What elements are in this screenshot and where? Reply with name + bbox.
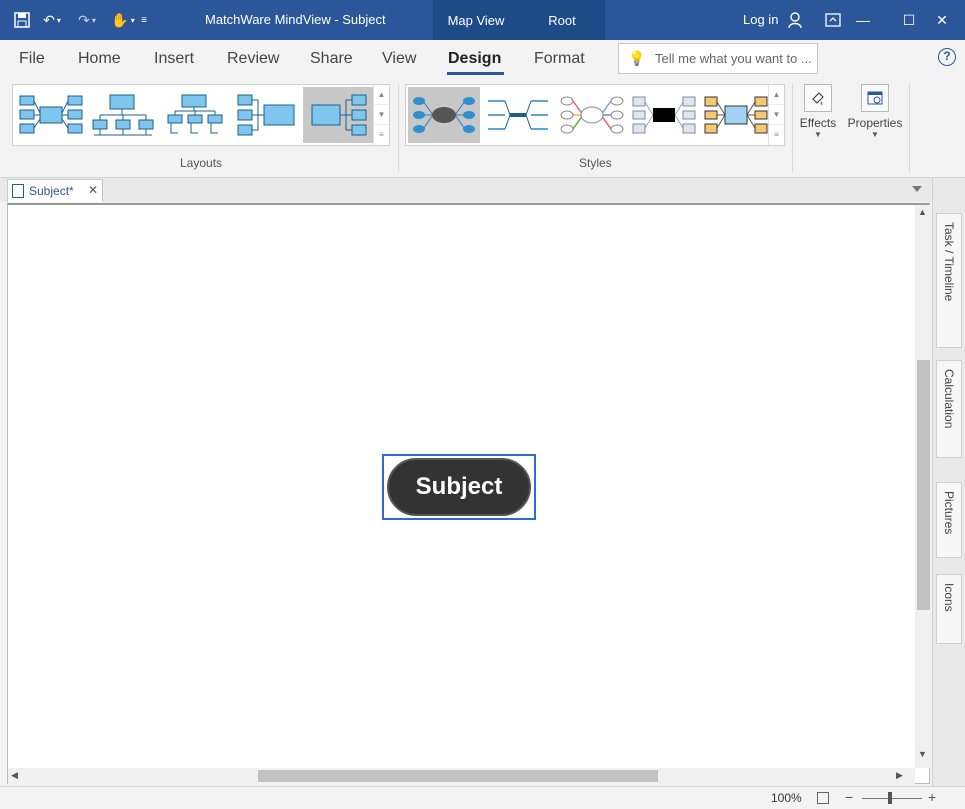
map-canvas[interactable]: Subject ▲ ▼ ◀ ▶: [7, 203, 931, 784]
close-window-button[interactable]: ✕: [919, 0, 965, 40]
gallery-up-arrow-icon[interactable]: ▲: [374, 85, 389, 105]
side-tab-pictures[interactable]: Pictures: [936, 482, 962, 558]
chevron-down-icon: ▼: [871, 130, 879, 139]
tab-home[interactable]: Home: [78, 50, 121, 68]
gallery-up-arrow-icon[interactable]: ▲: [769, 85, 784, 105]
active-tab-indicator: [447, 72, 504, 75]
gallery-down-arrow-icon[interactable]: ▼: [769, 105, 784, 125]
zoom-in-button[interactable]: +: [928, 789, 936, 805]
scroll-up-icon[interactable]: ▲: [918, 207, 927, 217]
vertical-scroll-thumb[interactable]: [917, 360, 930, 610]
properties-button[interactable]: Properties ▼: [842, 84, 908, 140]
effects-label: Effects: [799, 116, 837, 130]
window-title: MatchWare MindView - Subject: [205, 12, 386, 27]
gallery-more-icon[interactable]: ≡: [769, 125, 784, 145]
chevron-down-icon[interactable]: [912, 186, 922, 192]
selection-frame: Subject: [382, 454, 536, 520]
tab-review[interactable]: Review: [227, 50, 279, 68]
vertical-scrollbar[interactable]: ▲ ▼: [915, 205, 931, 768]
undo-icon[interactable]: ↶ ▾: [38, 10, 66, 30]
help-icon[interactable]: ?: [938, 48, 956, 66]
context-tabs: Map View Root: [433, 0, 605, 40]
zoom-slider[interactable]: [862, 798, 922, 799]
mindmap-document-icon: [12, 184, 24, 198]
chevron-down-icon: ▼: [814, 130, 822, 139]
layouts-gallery-scroll[interactable]: ▲ ▼ ≡: [373, 85, 389, 145]
effects-icon: [804, 84, 832, 112]
tab-design[interactable]: Design: [448, 50, 501, 68]
styles-group-label: Styles: [579, 156, 612, 170]
context-tab-root[interactable]: Root: [519, 0, 605, 40]
properties-icon: [861, 84, 889, 112]
fit-page-icon[interactable]: [817, 792, 829, 804]
redo-icon[interactable]: ↷ ▾: [72, 10, 102, 30]
layout-left-right[interactable]: [231, 87, 303, 143]
ribbon-body: ▲ ▼ ≡ Layouts ▲ ▼ ≡ Styles Effects ▼ Pro…: [0, 78, 965, 178]
zoom-level: 100%: [771, 791, 802, 805]
side-tab-calculation[interactable]: Calculation: [936, 360, 962, 458]
group-separator: [398, 84, 399, 172]
tell-me-search-input[interactable]: 💡 Tell me what you want to ...: [618, 43, 818, 74]
scroll-right-icon[interactable]: ▶: [896, 770, 903, 781]
status-bar: 100% − +: [0, 786, 965, 809]
horizontal-scroll-thumb[interactable]: [258, 770, 658, 782]
tab-share[interactable]: Share: [310, 50, 353, 68]
side-tab-icons[interactable]: Icons: [936, 574, 962, 644]
side-panel: Task / Timeline Calculation Pictures Ico…: [932, 178, 965, 786]
zoom-out-button[interactable]: −: [845, 789, 853, 805]
layout-top-down[interactable]: [159, 87, 231, 143]
document-tab-label: Subject*: [29, 184, 74, 198]
touch-mode-icon[interactable]: ✋ ▾: [110, 10, 136, 30]
tab-view[interactable]: View: [382, 50, 416, 68]
root-topic-node[interactable]: Subject: [387, 458, 531, 516]
styles-gallery: ▲ ▼ ≡: [405, 84, 785, 146]
layouts-gallery: ▲ ▼ ≡: [12, 84, 390, 146]
styles-gallery-scroll[interactable]: ▲ ▼ ≡: [768, 85, 784, 145]
layout-mind-map[interactable]: [15, 87, 87, 143]
document-tab-bar: Subject* ✕: [0, 178, 932, 202]
scroll-left-icon[interactable]: ◀: [11, 770, 18, 781]
zoom-slider-thumb[interactable]: [888, 792, 892, 804]
properties-label: Properties: [847, 116, 903, 130]
user-icon[interactable]: [786, 10, 804, 30]
context-tab-map-view[interactable]: Map View: [433, 0, 519, 40]
group-separator: [909, 84, 910, 172]
customize-toolbar-icon[interactable]: ≡: [138, 10, 150, 30]
layout-org-chart[interactable]: [87, 87, 159, 143]
style-line-blue[interactable]: [482, 87, 554, 143]
lightbulb-icon: 💡: [628, 50, 646, 66]
style-black-box[interactable]: [628, 87, 700, 143]
horizontal-scrollbar[interactable]: ◀ ▶: [8, 768, 915, 784]
tab-format[interactable]: Format: [534, 50, 585, 68]
tell-me-placeholder: Tell me what you want to ...: [655, 51, 812, 66]
title-bar: ↶ ▾ ↷ ▾ ✋ ▾ ≡ MatchWare MindView - Subject …: [0, 0, 965, 40]
gallery-down-arrow-icon[interactable]: ▼: [374, 105, 389, 125]
document-tab[interactable]: Subject* ✕: [7, 179, 103, 202]
layout-right-tree[interactable]: [303, 87, 375, 143]
login-link[interactable]: Log in: [743, 12, 778, 27]
tab-insert[interactable]: Insert: [154, 50, 194, 68]
side-tab-task-timeline[interactable]: Task / Timeline: [936, 213, 962, 348]
gallery-more-icon[interactable]: ≡: [374, 125, 389, 145]
tab-file[interactable]: File: [19, 50, 45, 68]
save-icon[interactable]: [12, 10, 32, 30]
minimize-button[interactable]: —: [840, 0, 886, 40]
style-colorful[interactable]: [556, 87, 628, 143]
style-oval-dark[interactable]: [408, 87, 480, 143]
style-warm-boxes[interactable]: [700, 87, 772, 143]
close-tab-icon[interactable]: ✕: [88, 183, 98, 197]
effects-button[interactable]: Effects ▼: [790, 84, 846, 140]
scroll-down-icon[interactable]: ▼: [918, 749, 927, 759]
layouts-group-label: Layouts: [180, 156, 223, 170]
